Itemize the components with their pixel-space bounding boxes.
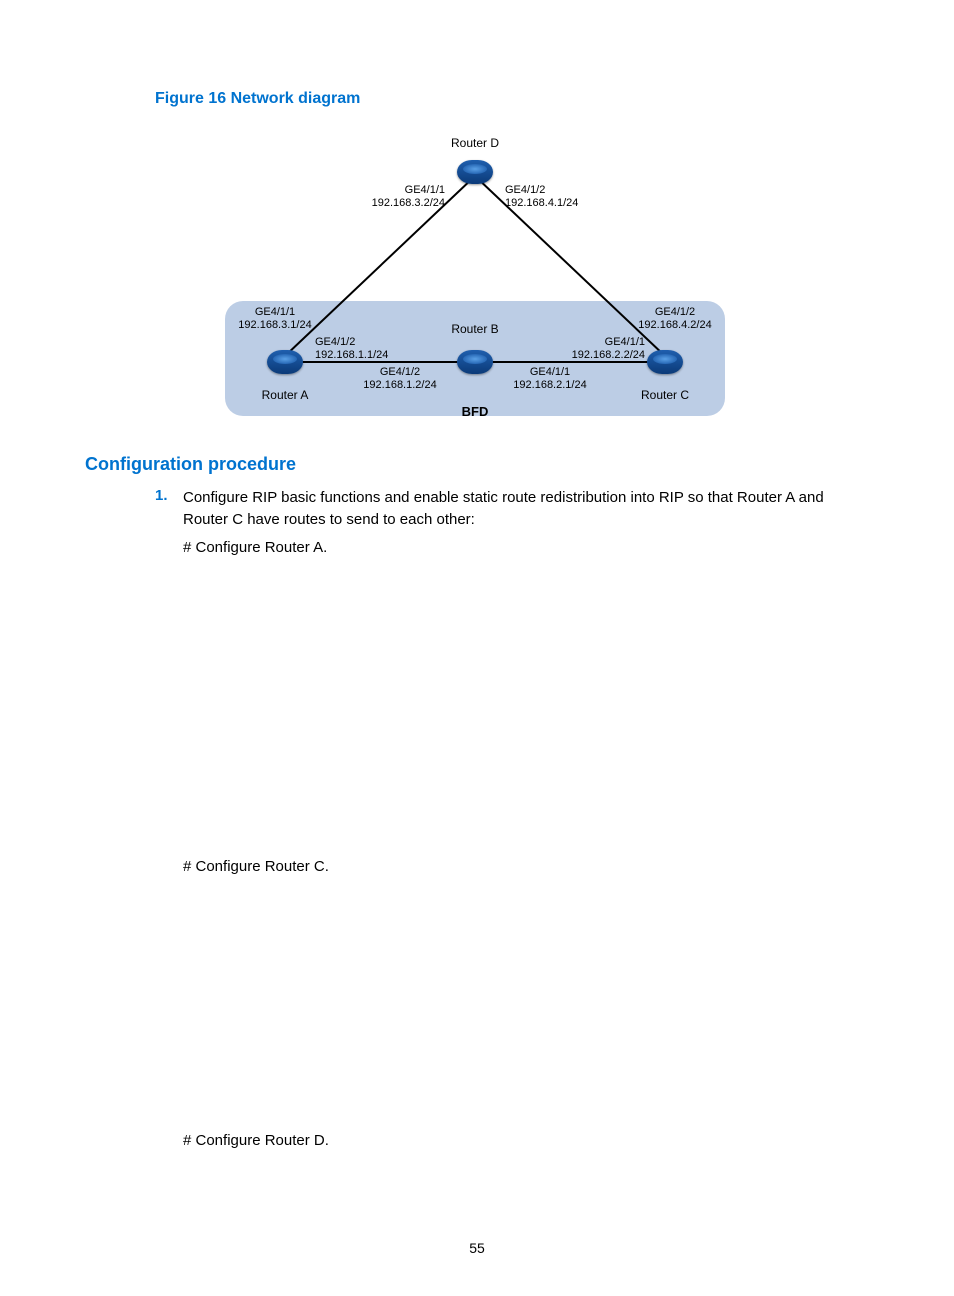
page: Figure 16 Network diagram Router D GE4/1… (0, 0, 954, 1296)
code-placeholder (183, 558, 869, 850)
list-item: 1. Configure RIP basic functions and ena… (155, 487, 869, 1152)
figure-title: Figure 16 Network diagram (155, 90, 869, 108)
router-d-label: Router D (425, 136, 525, 150)
bfd-label: BFD (225, 404, 725, 419)
section-heading: Configuration procedure (85, 454, 869, 475)
if-c-up: GE4/1/2192.168.4.2/24 (615, 306, 735, 332)
router-c-label: Router C (625, 388, 705, 402)
page-number: 55 (0, 1240, 954, 1256)
ordered-list: 1. Configure RIP basic functions and ena… (155, 487, 869, 1152)
if-d-left: GE4/1/1192.168.3.2/24 (325, 184, 445, 210)
configure-c-label: # Configure Router C. (183, 856, 869, 878)
if-b-right: GE4/1/1192.168.2.1/24 (490, 366, 610, 392)
router-icon (457, 350, 493, 374)
list-number: 1. (155, 487, 183, 504)
configure-d-label: # Configure Router D. (183, 1130, 869, 1152)
code-placeholder (183, 878, 869, 1124)
router-icon (267, 350, 303, 374)
step-intro: Configure RIP basic functions and enable… (183, 487, 869, 531)
router-icon (647, 350, 683, 374)
list-body: Configure RIP basic functions and enable… (183, 487, 869, 1152)
router-a-label: Router A (245, 388, 325, 402)
configure-a-label: # Configure Router A. (183, 537, 869, 559)
network-diagram: Router D GE4/1/1192.168.3.2/24 GE4/1/219… (155, 126, 795, 426)
if-d-right: GE4/1/2192.168.4.1/24 (505, 184, 625, 210)
router-icon (457, 160, 493, 184)
if-a-right: GE4/1/2192.168.1.1/24 (315, 336, 435, 362)
if-c-left: GE4/1/1192.168.2.2/24 (525, 336, 645, 362)
if-a-up: GE4/1/1192.168.3.1/24 (215, 306, 335, 332)
if-b-left: GE4/1/2192.168.1.2/24 (340, 366, 460, 392)
router-b-label: Router B (425, 322, 525, 336)
